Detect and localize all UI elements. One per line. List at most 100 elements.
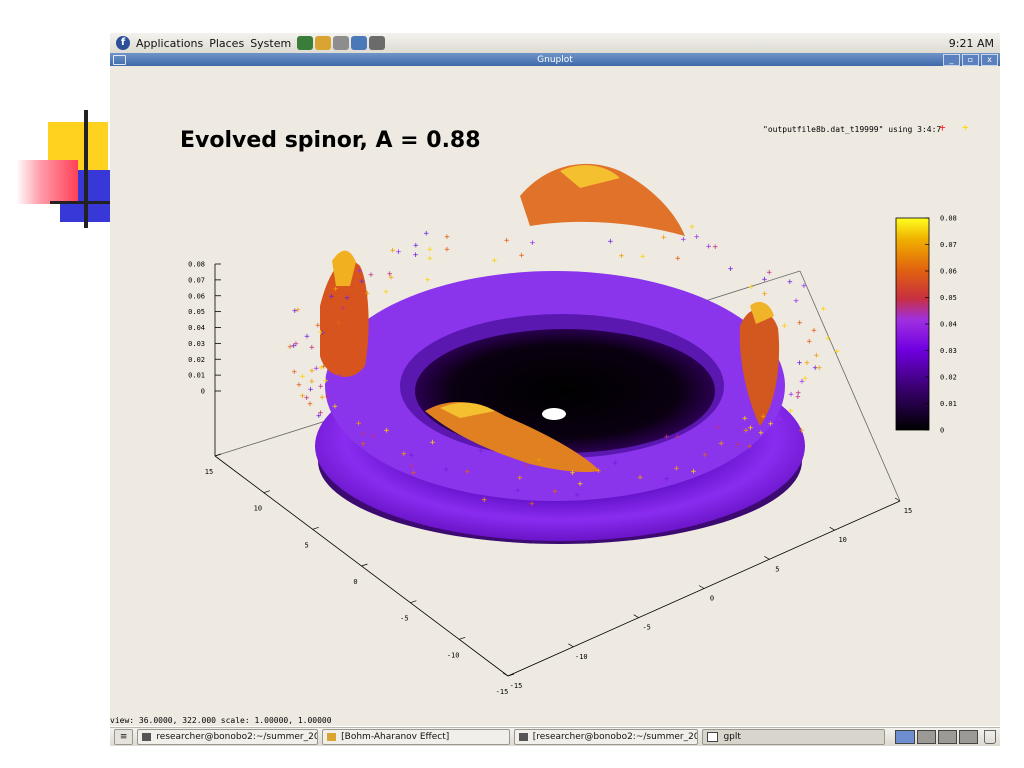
- clock[interactable]: 9:21 AM: [949, 37, 994, 50]
- scatter-point: +: [762, 289, 768, 299]
- x-tick-label: 5: [775, 565, 779, 573]
- scatter-point: +: [766, 268, 772, 278]
- scatter-point: +: [797, 319, 803, 329]
- colorbar-tick-label: 0.08: [940, 215, 957, 223]
- y-tick-label: -10: [447, 651, 460, 659]
- slide-decoration-line: [84, 110, 88, 228]
- workspace-3[interactable]: [937, 730, 958, 744]
- z-axis: 0 0.01 0.02 0.03 0.04 0.05 0.06 0.07 0.08: [188, 261, 221, 396]
- x-tick: [764, 556, 770, 560]
- task-gplt[interactable]: gplt: [702, 729, 886, 745]
- scatter-point: +: [640, 252, 646, 262]
- scatter-point: +: [427, 254, 433, 264]
- y-tick: [312, 527, 319, 530]
- close-button[interactable]: x: [981, 54, 998, 66]
- scatter-point: +: [396, 248, 402, 258]
- window-titlebar[interactable]: Gnuplot _ ▫ x: [110, 53, 1000, 66]
- scatter-point: +: [323, 376, 329, 386]
- scatter-point: +: [799, 426, 805, 436]
- scatter-point: +: [694, 232, 700, 242]
- scatter-point: +: [806, 337, 812, 347]
- gnuplot-canvas[interactable]: 0 0.01 0.02 0.03 0.04 0.05 0.06 0.07 0.08 -15 -10…: [110, 66, 1000, 726]
- fedora-icon[interactable]: f: [116, 36, 130, 50]
- task-terminal-2[interactable]: [researcher@bonobo2:~/summer_2007...: [513, 729, 699, 745]
- z-tick-label: 0.02: [188, 356, 205, 364]
- x-tick-label: 0: [710, 595, 714, 603]
- office-launcher-icon[interactable]: [333, 36, 350, 50]
- scatter-point: +: [413, 241, 419, 251]
- task-folder[interactable]: [Bohm-Aharanov Effect]: [322, 729, 510, 745]
- colorbar-tick-label: 0.04: [940, 321, 957, 329]
- scatter-point: +: [344, 294, 350, 304]
- scatter-point: +: [515, 486, 521, 496]
- plot-title: Evolved spinor, A = 0.88: [180, 128, 481, 153]
- colorbar: 0 0.01 0.02 0.03 0.04 0.05 0.06 0.07 0.08: [895, 215, 957, 435]
- colorbar-ticks: 0 0.01 0.02 0.03 0.04 0.05 0.06 0.07 0.08: [925, 215, 957, 435]
- scatter-point: +: [356, 419, 362, 429]
- scatter-point: +: [674, 464, 680, 474]
- plot-svg: 0 0.01 0.02 0.03 0.04 0.05 0.06 0.07 0.08 -15 -10…: [188, 163, 957, 696]
- task-terminal-1[interactable]: researcher@bonobo2:~/summer_2007/...: [137, 729, 319, 745]
- scatter-point: +: [482, 495, 488, 505]
- scatter-point: +: [804, 359, 810, 369]
- z-tick-label: 0: [201, 388, 205, 396]
- y-tick-label: 0: [353, 578, 357, 586]
- scatter-point: +: [524, 461, 530, 471]
- window-icon: [707, 732, 719, 742]
- scatter-point: +: [309, 366, 315, 376]
- colorbar-tick-label: 0.07: [940, 241, 957, 249]
- scatter-point: +: [749, 282, 755, 292]
- scatter-point: +: [689, 223, 695, 233]
- workspace-2[interactable]: [916, 730, 936, 744]
- y-tick: [459, 637, 466, 640]
- browser-launcher-icon[interactable]: [297, 36, 314, 50]
- scatter-point: +: [517, 474, 523, 484]
- show-desktop-icon[interactable]: ≡: [114, 729, 134, 745]
- scatter-point: +: [409, 451, 415, 461]
- scatter-point: +: [691, 467, 697, 477]
- scatter-point: +: [413, 250, 419, 260]
- scatter-point: +: [536, 456, 542, 466]
- scatter-point: +: [309, 377, 315, 387]
- y-tick: [263, 490, 270, 493]
- y-tick: [214, 453, 222, 457]
- x-tick-label: -15: [510, 682, 523, 690]
- legend-marker-icon: +: [939, 121, 946, 134]
- scatter-point: +: [357, 266, 363, 276]
- scatter-point: +: [758, 428, 764, 438]
- scatter-point: +: [681, 235, 687, 245]
- mail-launcher-icon[interactable]: [315, 36, 332, 50]
- trash-icon[interactable]: [984, 730, 996, 744]
- scatter-point: +: [444, 232, 450, 242]
- scatter-point: +: [814, 351, 820, 361]
- scatter-point: +: [735, 440, 741, 450]
- menu-places[interactable]: Places: [209, 37, 244, 50]
- scatter-point: +: [340, 303, 346, 313]
- menu-system[interactable]: System: [250, 37, 291, 50]
- legend-marker-icon: +: [962, 121, 969, 134]
- workspace-4[interactable]: [959, 730, 979, 744]
- menu-applications[interactable]: Applications: [136, 37, 203, 50]
- scatter-point: +: [304, 332, 310, 342]
- window-title: Gnuplot: [537, 54, 573, 65]
- scatter-point: +: [821, 305, 827, 315]
- tool-launcher-icon[interactable]: [369, 36, 386, 50]
- scatter-point: +: [715, 423, 721, 433]
- scatter-point: +: [702, 451, 708, 461]
- scatter-point: +: [336, 372, 342, 382]
- maximize-button[interactable]: ▫: [962, 54, 979, 66]
- window-menu-icon[interactable]: [113, 55, 126, 65]
- y-tick-label: 5: [305, 541, 309, 549]
- surface: ++++++++++++++++++++++++++++++++++++++++…: [287, 163, 840, 544]
- minimize-button[interactable]: _: [943, 54, 960, 66]
- scatter-point: +: [797, 358, 803, 368]
- y-tick-label: -5: [400, 615, 408, 623]
- colorbar-tick-label: 0.06: [940, 268, 957, 276]
- scatter-point: +: [728, 265, 734, 275]
- scatter-point: +: [530, 239, 536, 249]
- scatter-point: +: [401, 449, 407, 459]
- y-tick: [361, 563, 368, 567]
- presentation-launcher-icon[interactable]: [351, 36, 368, 50]
- scatter-point: +: [788, 390, 794, 400]
- workspace-1[interactable]: [895, 730, 915, 744]
